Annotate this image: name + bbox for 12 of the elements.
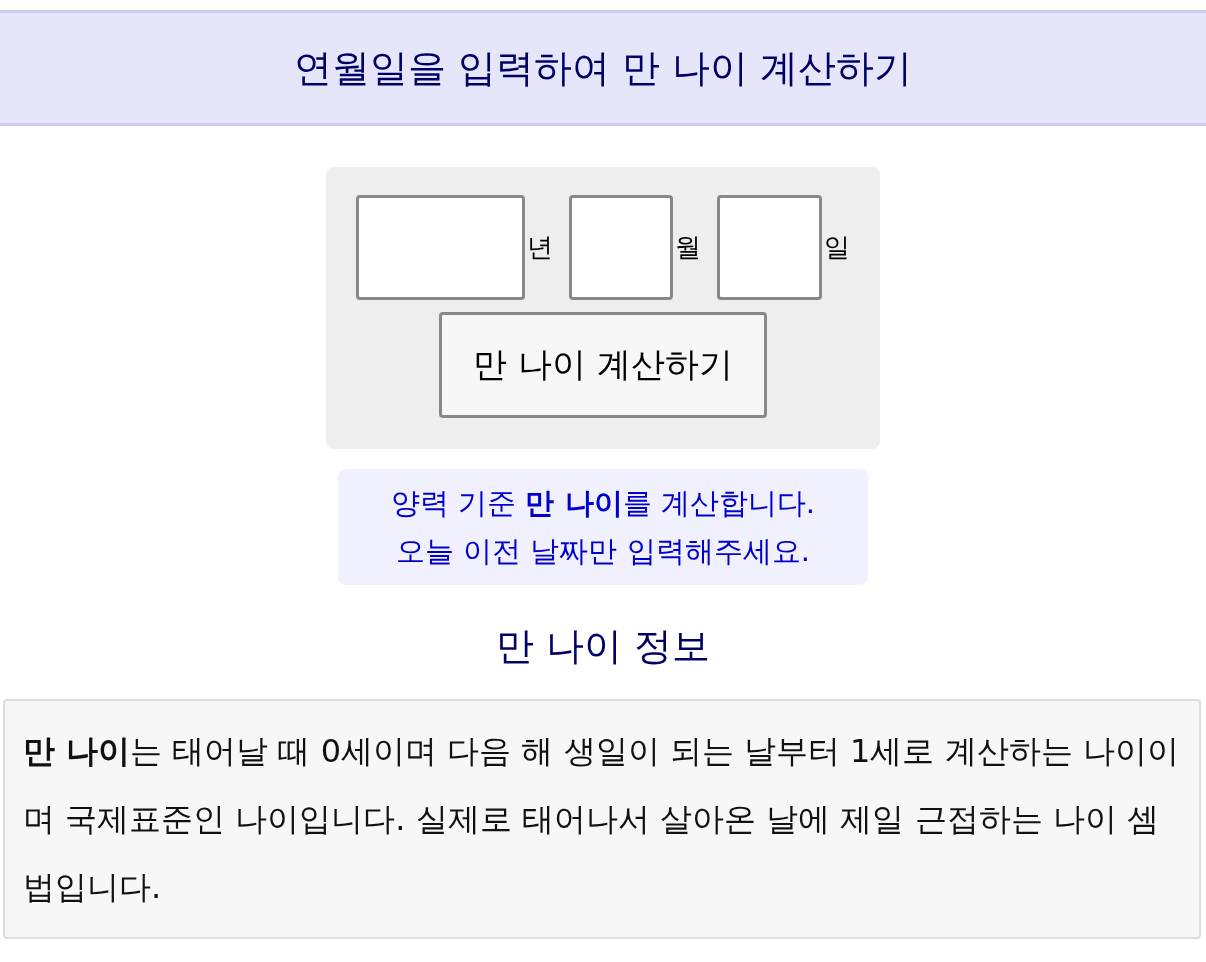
unit-label: 년 [527,231,553,264]
unit-label: 일 [824,231,850,264]
notice-text: 양력 기준 만 나이를 계산합니다. [391,485,815,522]
date-input-field[interactable] [717,195,822,300]
date-input-field[interactable] [356,195,525,300]
notice-text: 오늘 이전 날짜만 입력해주세요. [396,533,810,570]
section-heading: 만 나이 정보 [495,623,711,670]
calculate-button[interactable]: 만 나이 계산하기 [439,312,767,418]
date-input-field[interactable] [569,195,673,300]
info-text: 만 나이는 태어날 때 0세이며 다음 해 생일이 되는 날부터 1세로 계산하는 나이이며 국제표준인 나이입니다. 실제로 태어나서 살아온 날에 제일 근접하는 나이 셈법입니다. [23,731,1180,908]
unit-label: 월 [675,231,701,264]
page-title: 연월일을 입력하여 만 나이 계산하기 [293,44,913,92]
